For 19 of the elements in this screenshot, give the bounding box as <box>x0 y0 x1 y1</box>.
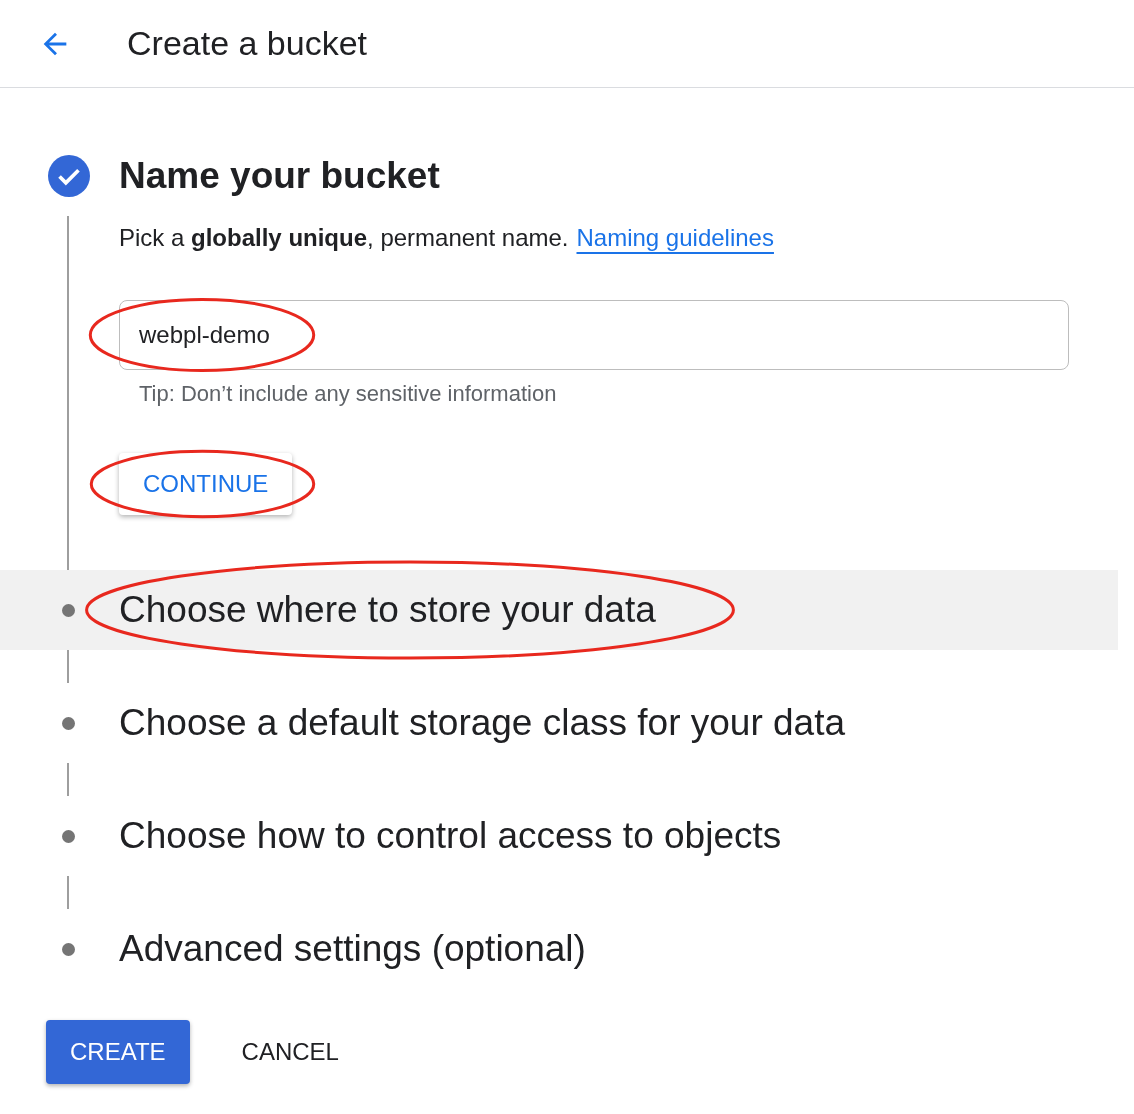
step-row[interactable]: Choose where to store your data <box>0 570 1118 650</box>
create-button[interactable]: CREATE <box>46 1020 190 1084</box>
step-dot-icon <box>62 716 75 730</box>
step-title: Name your bucket <box>119 155 440 197</box>
check-circle-icon <box>48 155 90 197</box>
step-title: Advanced settings (optional) <box>119 928 586 970</box>
step-dot-icon <box>62 942 75 956</box>
field-tip: Tip: Don’t include any sensitive information <box>139 381 558 407</box>
input-field[interactable]: webpl-demo <box>119 300 1069 370</box>
step-title: Choose a default storage class for your data <box>119 702 846 744</box>
step-description: Pick a globally unique, permanent name. <box>119 224 569 252</box>
page-title: Create a bucket <box>127 24 368 63</box>
step-dot-icon <box>62 829 75 843</box>
naming-guidelines-link[interactable]: Naming guidelines <box>576 224 774 252</box>
step-title: Choose how to control access to objects <box>119 815 782 857</box>
cancel-button[interactable]: CANCEL <box>217 1020 363 1084</box>
step-title: Choose where to store your data <box>119 589 656 631</box>
step-dot-icon <box>62 603 75 617</box>
continue-button[interactable]: CONTINUE <box>119 453 293 515</box>
